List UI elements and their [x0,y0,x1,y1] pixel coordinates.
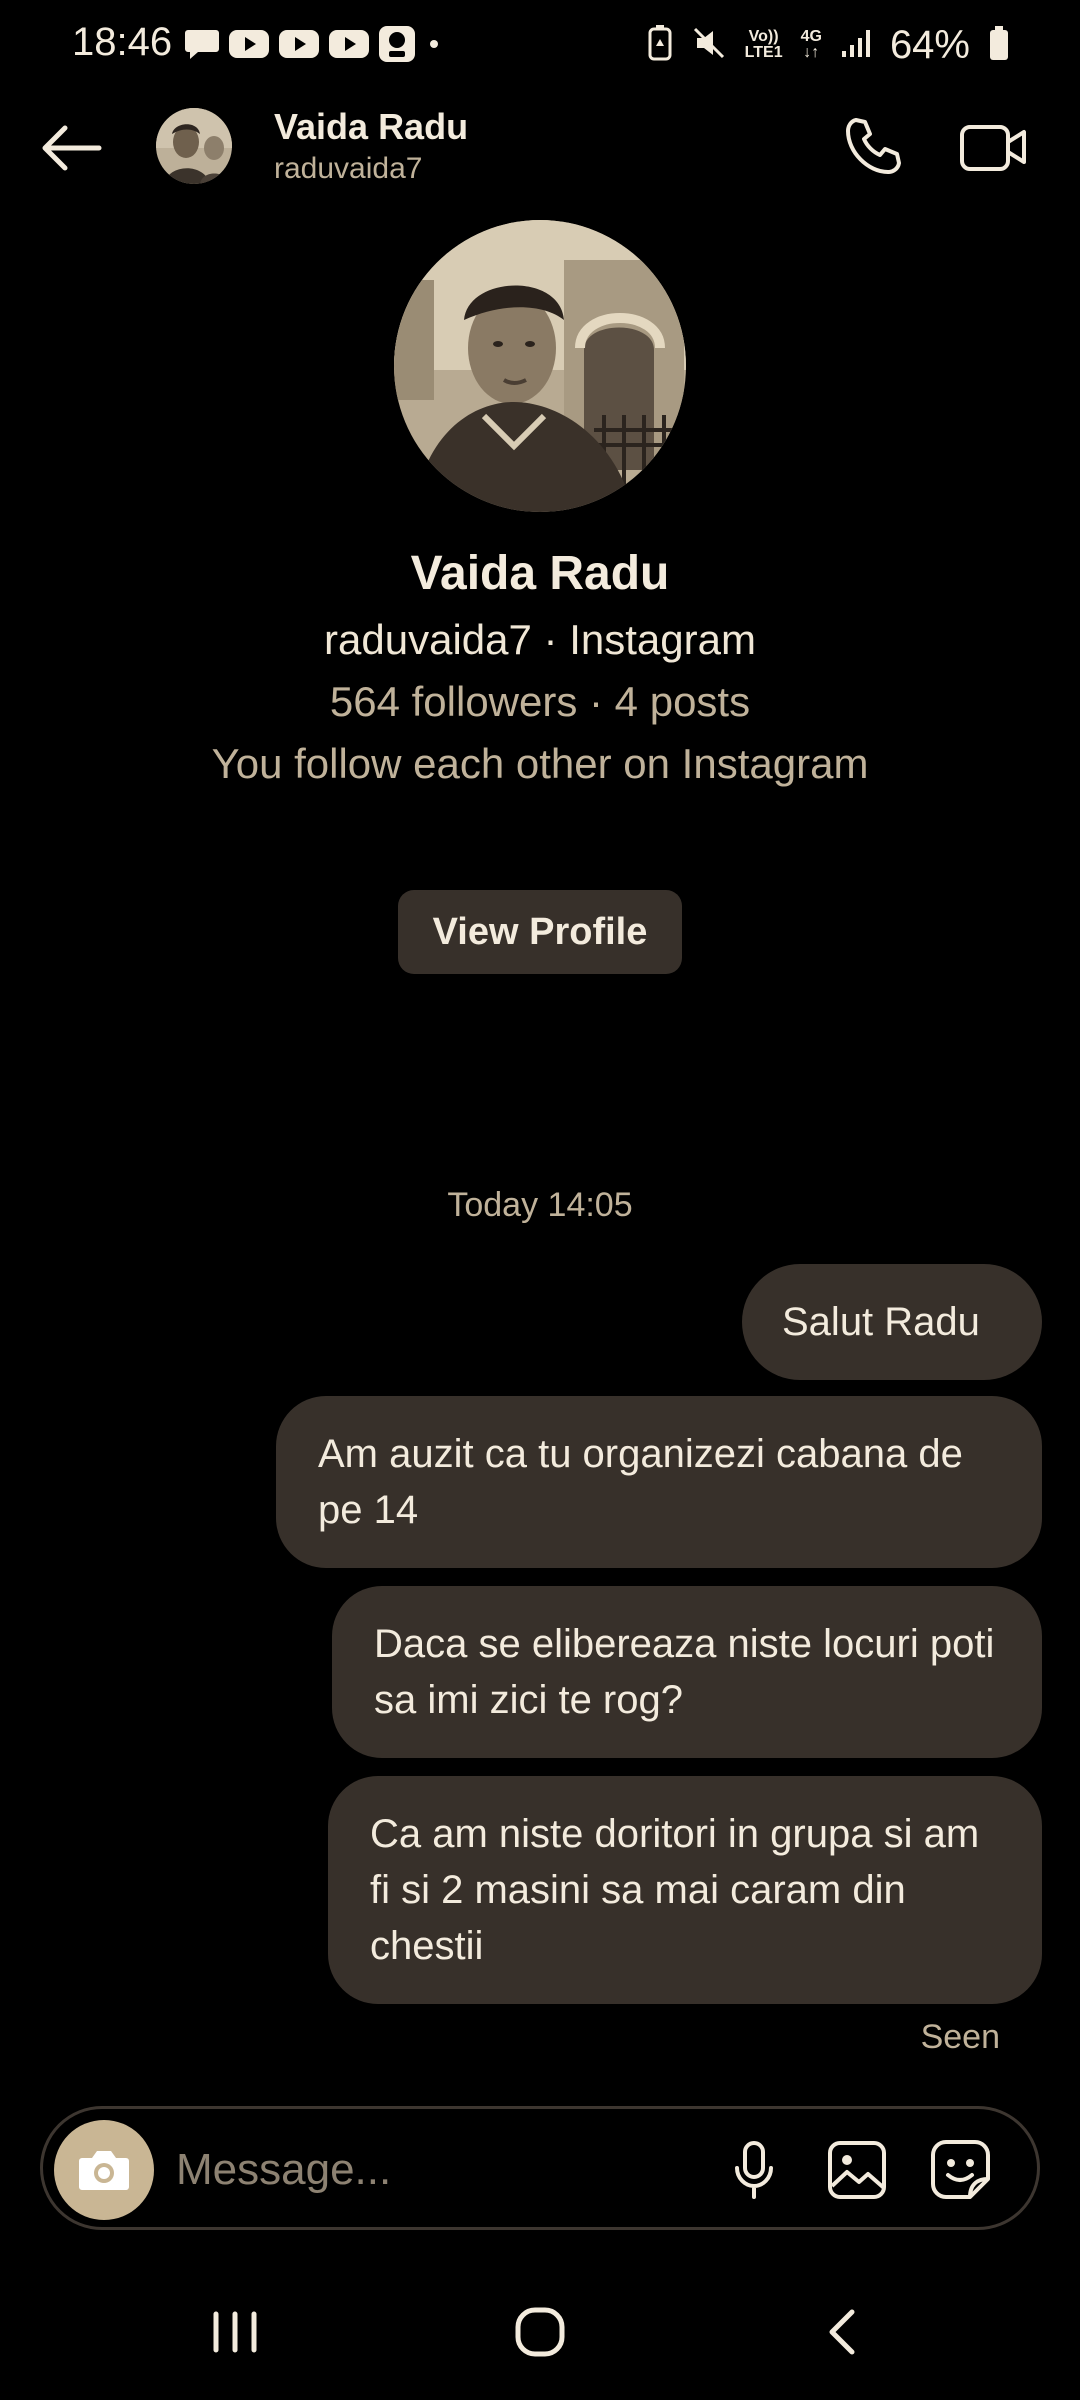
video-camera-icon [960,125,1026,171]
audio-call-button[interactable] [838,112,908,182]
seen-indicator: Seen [920,2018,1000,2056]
microphone-button[interactable] [722,2136,786,2204]
recent-apps-button[interactable] [200,2302,270,2362]
mute-icon [691,25,727,66]
chat-header: Vaida Radu raduvaida7 [0,92,1080,202]
profile-name: Vaida Radu [410,547,670,600]
back-arrow-icon [42,125,102,171]
youtube-icon [228,28,270,65]
lidl-plus-icon [378,25,416,68]
notification-icons [184,25,444,68]
message-bubble[interactable]: Salut Radu [742,1264,1042,1380]
message-icon [184,27,220,66]
back-icon [829,2309,855,2355]
signal-icon [840,27,872,64]
nav-back-button[interactable] [810,2300,874,2364]
gallery-icon [828,2141,886,2199]
profile-photo[interactable] [394,220,686,512]
message-input[interactable] [176,2132,696,2208]
status-time: 18:46 [72,20,173,64]
recent-apps-icon [213,2311,257,2353]
home-button[interactable] [504,2300,576,2364]
message-bubble[interactable]: Ca am niste doritori in grupa si am fi s… [328,1776,1042,2004]
sticker-icon [931,2140,990,2199]
volte-icon: Vo)) LTE1 [744,28,783,61]
sticker-button[interactable] [926,2136,996,2204]
header-avatar[interactable] [156,108,232,184]
back-button[interactable] [40,116,104,180]
profile-follow-status: You follow each other on Instagram [211,740,869,787]
gallery-button[interactable] [822,2136,892,2204]
header-name[interactable]: Vaida Radu [274,106,468,148]
home-icon [515,2307,565,2357]
system-status-icons: Vo)) LTE1 4G ↓↑ 64% [647,20,1010,70]
microphone-icon [735,2141,773,2199]
view-profile-button[interactable]: View Profile [398,890,682,974]
status-bar: 18:46 Vo)) LTE1 4G ↓↑ 64% [0,0,1080,92]
youtube-icon [328,28,370,65]
4g-icon: 4G ↓↑ [800,28,822,61]
profile-stats: 564 followers · 4 posts [329,678,751,725]
battery-percent: 64% [889,22,970,67]
dot-icon [424,34,444,59]
message-timestamp: Today 14:05 [447,1186,633,1224]
video-call-button[interactable] [954,112,1034,182]
camera-icon [79,2151,129,2190]
message-bubble[interactable]: Daca se elibereaza niste locuri poti sa … [332,1586,1042,1758]
message-bubble[interactable]: Am auzit ca tu organizezi cabana de pe 1… [276,1396,1042,1568]
phone-icon [846,118,901,174]
battery-saver-icon [647,24,673,67]
profile-handle-platform: raduvaida7 · Instagram [324,616,756,663]
header-username[interactable]: raduvaida7 [274,152,422,186]
youtube-icon [278,28,320,65]
battery-icon [988,25,1010,66]
camera-button[interactable] [54,2120,154,2220]
